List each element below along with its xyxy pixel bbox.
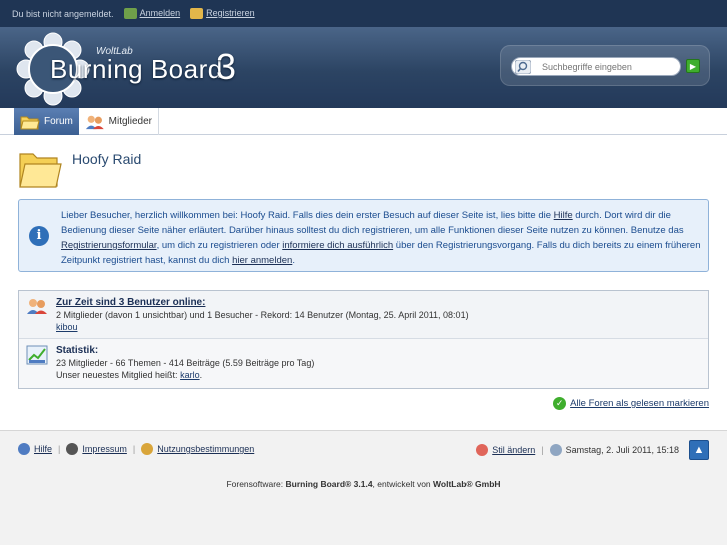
welcome-info-box: i Lieber Besucher, herzlich willkommen b… <box>18 199 709 272</box>
footer-divider: | <box>58 444 61 454</box>
members-icon <box>85 115 104 129</box>
folder-icon <box>20 116 40 129</box>
tab-forum-label: Forum <box>44 116 73 127</box>
statistics-row: Statistik: 23 Mitglieder - 66 Themen - 4… <box>19 339 708 388</box>
more-info-link[interactable]: informiere dich ausführlich <box>282 240 393 251</box>
tab-members[interactable]: Mitglieder <box>79 108 159 135</box>
credits-prefix: Forensoftware: <box>226 479 286 489</box>
users-online-detail: 2 Mitglieder (davon 1 unsichtbar) und 1 … <box>56 310 469 320</box>
imprint-icon <box>66 443 79 455</box>
footer-imprint-link[interactable]: Impressum <box>82 444 127 454</box>
register-icon <box>190 8 204 20</box>
check-icon: ✓ <box>553 397 567 410</box>
change-style-link[interactable]: Stil ändern <box>492 445 535 455</box>
top-bar: Du bist nicht angemeldet. Anmelden Regis… <box>0 0 727 27</box>
credits-company: WoltLab® GmbH <box>433 479 501 489</box>
welcome-text-3: , um dich zu registrieren oder <box>156 240 283 251</box>
mark-all-read[interactable]: ✓ Alle Foren als gelesen markieren <box>553 397 709 410</box>
footer-divider: | <box>541 445 544 455</box>
tab-bar: Forum Mitglieder <box>0 108 727 135</box>
logo-version: 3 <box>216 46 237 87</box>
footer-divider: | <box>132 444 136 454</box>
key-icon <box>123 8 137 20</box>
tab-forum[interactable]: Forum <box>14 108 79 135</box>
clock-icon <box>549 444 562 456</box>
footer-right: Stil ändern | Samstag, 2. Juli 2011, 15:… <box>476 440 709 460</box>
mark-all-read-link[interactable]: Alle Foren als gelesen markieren <box>570 398 709 409</box>
newest-member-prefix: Unser neuestes Mitglied heißt: <box>56 370 181 380</box>
register-link[interactable]: Registrieren <box>190 8 255 20</box>
users-online-title[interactable]: Zur Zeit sind 3 Benutzer online: <box>56 297 205 308</box>
statistics-detail: 23 Mitglieder - 66 Themen - 414 Beiträge… <box>56 358 315 368</box>
newest-member-link[interactable]: karlo <box>180 370 200 380</box>
registration-form-link[interactable]: Registrierungsformular <box>61 240 157 251</box>
header: WoltLab Burning Board 3 ▶ <box>0 27 727 108</box>
help-link[interactable]: Hilfe <box>554 210 573 221</box>
style-icon <box>476 444 489 456</box>
tab-members-label: Mitglieder <box>108 116 152 127</box>
footer-links: Hilfe | Impressum | Nutzungsbestimmungen <box>18 443 254 455</box>
credits-mid: , entwickelt von <box>372 479 434 489</box>
page-folder-icon <box>19 153 62 188</box>
newest-member-suffix: . <box>199 370 203 380</box>
software-credits: Forensoftware: Burning Board® 3.1.4, ent… <box>0 479 727 489</box>
login-link-label[interactable]: Anmelden <box>140 8 181 18</box>
current-datetime: Samstag, 2. Juli 2011, 15:18 <box>565 445 679 455</box>
footer-help-link[interactable]: Hilfe <box>34 444 52 454</box>
footer-terms-link[interactable]: Nutzungsbestimmungen <box>157 444 254 454</box>
logo-product: Burning Board <box>50 54 223 84</box>
search-icon <box>515 60 531 74</box>
search-box: ▶ <box>500 45 710 86</box>
users-online-icon <box>27 299 47 314</box>
statistics-icon <box>26 345 48 365</box>
credits-product: Burning Board® 3.1.4 <box>285 479 373 489</box>
help-icon <box>18 443 30 455</box>
scroll-to-top-button[interactable]: ▲ <box>689 440 709 460</box>
users-online-row: Zur Zeit sind 3 Benutzer online: 2 Mitgl… <box>19 291 708 339</box>
register-link-label[interactable]: Registrieren <box>206 8 255 18</box>
info-icon: i <box>29 226 49 246</box>
login-here-link[interactable]: hier anmelden <box>232 255 292 266</box>
online-user-link[interactable]: kibou <box>56 322 78 332</box>
arrow-up-icon: ▲ <box>693 444 705 456</box>
statistics-title: Statistik: <box>56 345 99 356</box>
welcome-text-1: Lieber Besucher, herzlich willkommen bei… <box>61 210 554 221</box>
search-submit-button[interactable]: ▶ <box>686 59 700 73</box>
login-link[interactable]: Anmelden <box>123 8 181 20</box>
search-field-wrapper <box>511 57 681 76</box>
info-center: Zur Zeit sind 3 Benutzer online: 2 Mitgl… <box>18 290 709 389</box>
main-content: Hoofy Raid i Lieber Besucher, herzlich w… <box>0 135 727 430</box>
arrow-right-icon: ▶ <box>689 62 697 71</box>
search-input[interactable] <box>542 60 677 74</box>
login-status-text: Du bist nicht angemeldet. <box>12 8 114 19</box>
terms-icon <box>141 443 154 455</box>
page-title: Hoofy Raid <box>72 151 142 167</box>
footer: Hilfe | Impressum | Nutzungsbestimmungen… <box>0 430 727 545</box>
welcome-message: Lieber Besucher, herzlich willkommen bei… <box>61 208 701 268</box>
welcome-text-5: . <box>292 255 295 266</box>
